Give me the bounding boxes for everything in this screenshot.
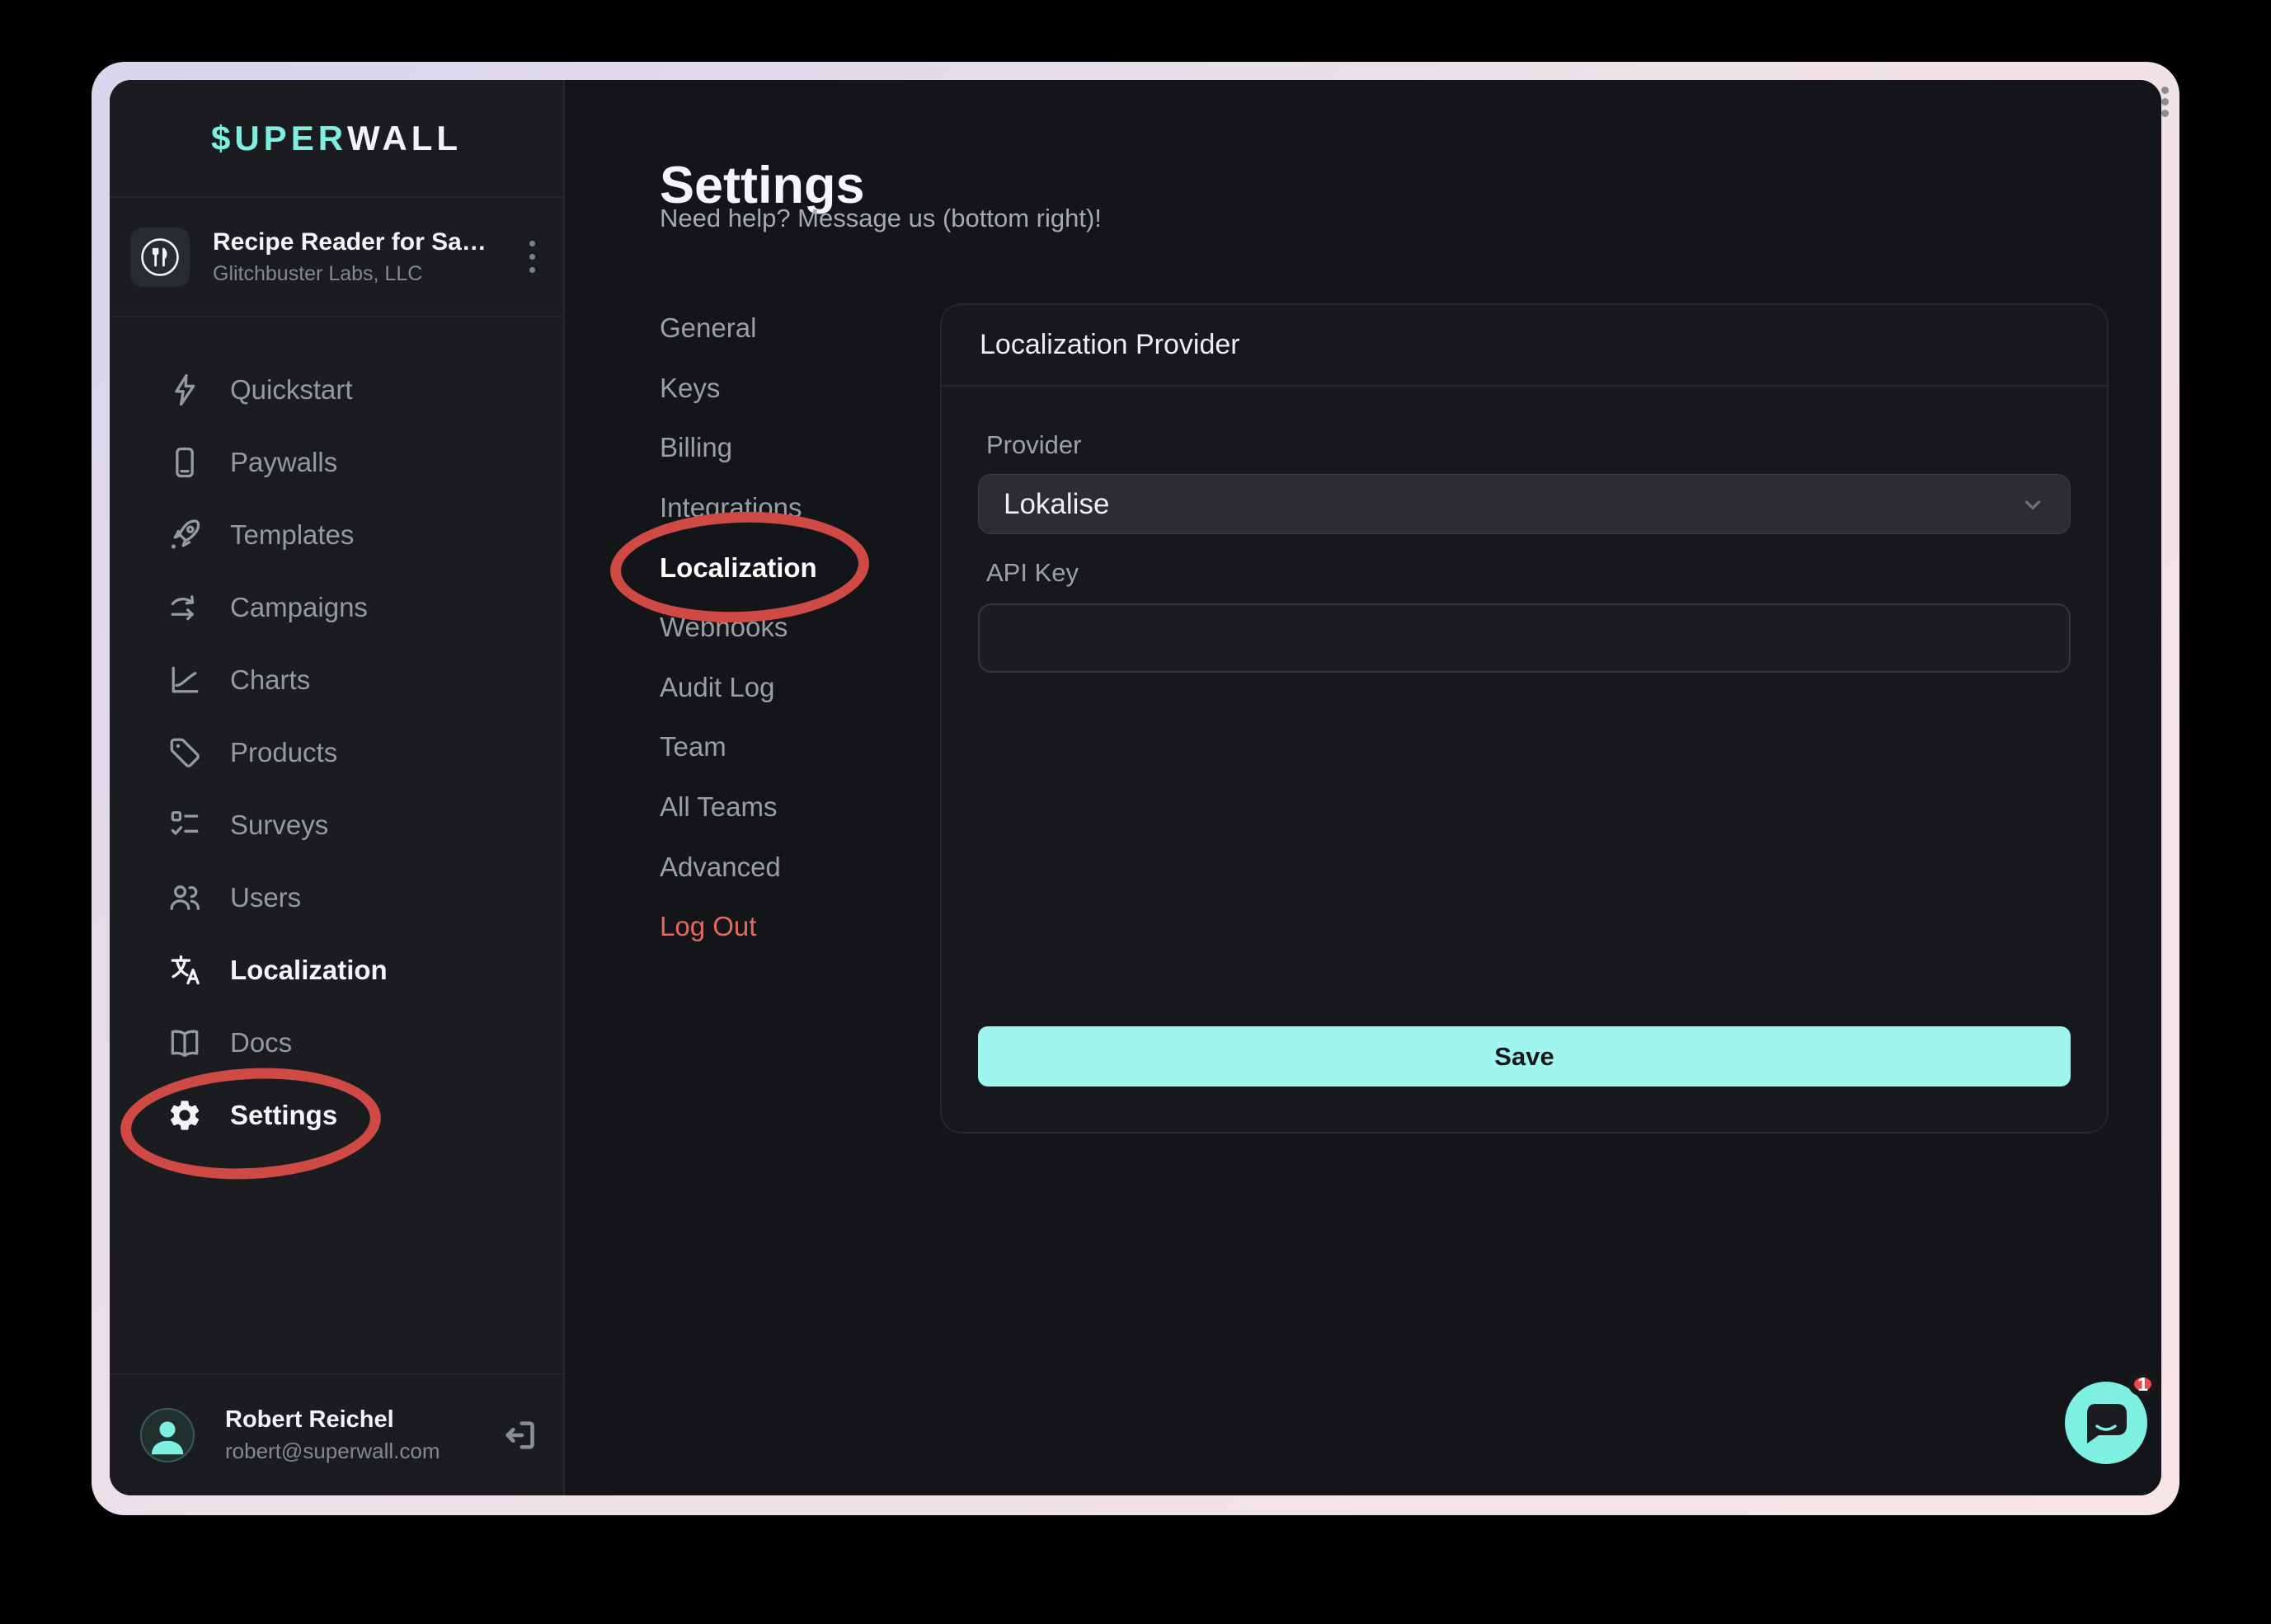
sidebar-item-surveys[interactable]: Surveys	[110, 789, 563, 861]
frame-dot	[2161, 98, 2169, 106]
settings-nav-audit-log[interactable]: Audit Log	[660, 658, 907, 718]
sidebar-item-localization[interactable]: Localization	[110, 934, 563, 1007]
gear-icon	[166, 1096, 204, 1134]
workspace-org: Glitchbuster Labs, LLC	[213, 262, 524, 286]
settings-nav-team[interactable]: Team	[660, 717, 907, 777]
workspace-info: Recipe Reader for Sa… Glitchbuster Labs,…	[213, 228, 524, 286]
chat-bubble-icon	[2084, 1402, 2128, 1445]
sidebar-item-docs[interactable]: Docs	[110, 1007, 563, 1079]
user-name: Robert Reichel	[225, 1406, 501, 1434]
sidebar-item-label: Paywalls	[230, 447, 337, 478]
workspace-name: Recipe Reader for Sa…	[213, 228, 524, 256]
chevron-down-icon	[2020, 492, 2045, 517]
sidebar-user: Robert Reichel robert@superwall.com	[110, 1373, 563, 1495]
line-chart-icon	[166, 661, 204, 699]
avatar[interactable]	[140, 1408, 195, 1462]
sidebar-item-label: Templates	[230, 519, 354, 551]
app-content: $UPERWALL	[110, 80, 2161, 1495]
page-subtitle: Need help? Message us (bottom right)!	[660, 204, 1102, 233]
sidebar-item-users[interactable]: Users	[110, 861, 563, 934]
settings-nav: General Keys Billing Integrations Locali…	[660, 298, 907, 957]
settings-nav-localization[interactable]: Localization	[660, 537, 907, 598]
users-icon	[166, 879, 204, 917]
settings-nav-billing[interactable]: Billing	[660, 418, 907, 478]
logo-rest-text: WALL	[347, 119, 462, 158]
provider-label: Provider	[986, 430, 1081, 460]
settings-nav-general[interactable]: General	[660, 298, 907, 359]
sidebar-item-paywalls[interactable]: Paywalls	[110, 426, 563, 499]
book-icon	[166, 1024, 204, 1062]
settings-nav-advanced[interactable]: Advanced	[660, 837, 907, 897]
sidebar-item-label: Products	[230, 737, 337, 768]
settings-nav-webhooks[interactable]: Webhooks	[660, 598, 907, 658]
sidebar-item-label: Campaigns	[230, 592, 368, 623]
localization-provider-card: Localization Provider Provider Lokalise …	[940, 303, 2109, 1134]
provider-select[interactable]: Lokalise	[978, 474, 2071, 534]
checklist-icon	[166, 806, 204, 844]
sidebar-item-label: Docs	[230, 1027, 292, 1058]
user-info: Robert Reichel robert@superwall.com	[225, 1406, 501, 1464]
card-title: Localization Provider	[980, 329, 1240, 361]
frame-dot	[2161, 110, 2169, 117]
sidebar-nav: Quickstart Paywalls	[110, 354, 563, 1152]
workspace-switcher[interactable]: Recipe Reader for Sa… Glitchbuster Labs,…	[110, 198, 563, 317]
window-frame-dots	[2161, 87, 2169, 117]
api-key-input[interactable]	[978, 603, 2071, 673]
sidebar-item-settings[interactable]: Settings	[110, 1079, 563, 1152]
sidebar-item-label: Surveys	[230, 810, 328, 841]
workspace-menu-icon[interactable]	[524, 236, 540, 278]
sidebar-item-charts[interactable]: Charts	[110, 644, 563, 716]
tag-icon	[166, 734, 204, 772]
sidebar-item-label: Settings	[230, 1100, 337, 1131]
settings-nav-keys[interactable]: Keys	[660, 359, 907, 419]
frame-dot	[2161, 87, 2169, 94]
save-button[interactable]: Save	[978, 1026, 2071, 1087]
provider-selected-value: Lokalise	[1004, 488, 2020, 521]
superwall-logo: $UPERWALL	[110, 80, 563, 198]
api-key-label: API Key	[986, 558, 1079, 588]
fork-knife-icon	[137, 234, 183, 280]
rocket-icon	[166, 516, 204, 554]
sidebar-item-products[interactable]: Products	[110, 716, 563, 789]
logout-icon[interactable]	[501, 1416, 538, 1454]
sidebar: $UPERWALL	[110, 80, 565, 1495]
sidebar-item-label: Quickstart	[230, 374, 353, 406]
translate-icon	[166, 951, 204, 989]
bolt-icon	[166, 371, 204, 409]
logo-accent-text: $UPER	[211, 119, 347, 158]
settings-nav-log-out[interactable]: Log Out	[660, 897, 907, 957]
settings-nav-integrations[interactable]: Integrations	[660, 478, 907, 538]
sidebar-item-templates[interactable]: Templates	[110, 499, 563, 571]
arrows-icon	[166, 589, 204, 627]
sidebar-item-label: Users	[230, 882, 301, 913]
workspace-app-icon	[130, 228, 190, 287]
user-email: robert@superwall.com	[225, 1439, 501, 1464]
main-content: Settings Need help? Message us (bottom r…	[565, 80, 2161, 1495]
card-header: Localization Provider	[942, 305, 2107, 387]
phone-icon	[166, 444, 204, 481]
sidebar-item-label: Charts	[230, 664, 310, 696]
chat-launcher[interactable]: 1	[2065, 1382, 2147, 1464]
app-window-frame: $UPERWALL	[92, 62, 2179, 1515]
sidebar-item-campaigns[interactable]: Campaigns	[110, 571, 563, 644]
settings-nav-all-teams[interactable]: All Teams	[660, 777, 907, 838]
sidebar-item-label: Localization	[230, 955, 388, 986]
sidebar-item-quickstart[interactable]: Quickstart	[110, 354, 563, 426]
notification-badge: 1	[2128, 1372, 2157, 1396]
screenshot-stage: $UPERWALL	[0, 0, 2271, 1624]
